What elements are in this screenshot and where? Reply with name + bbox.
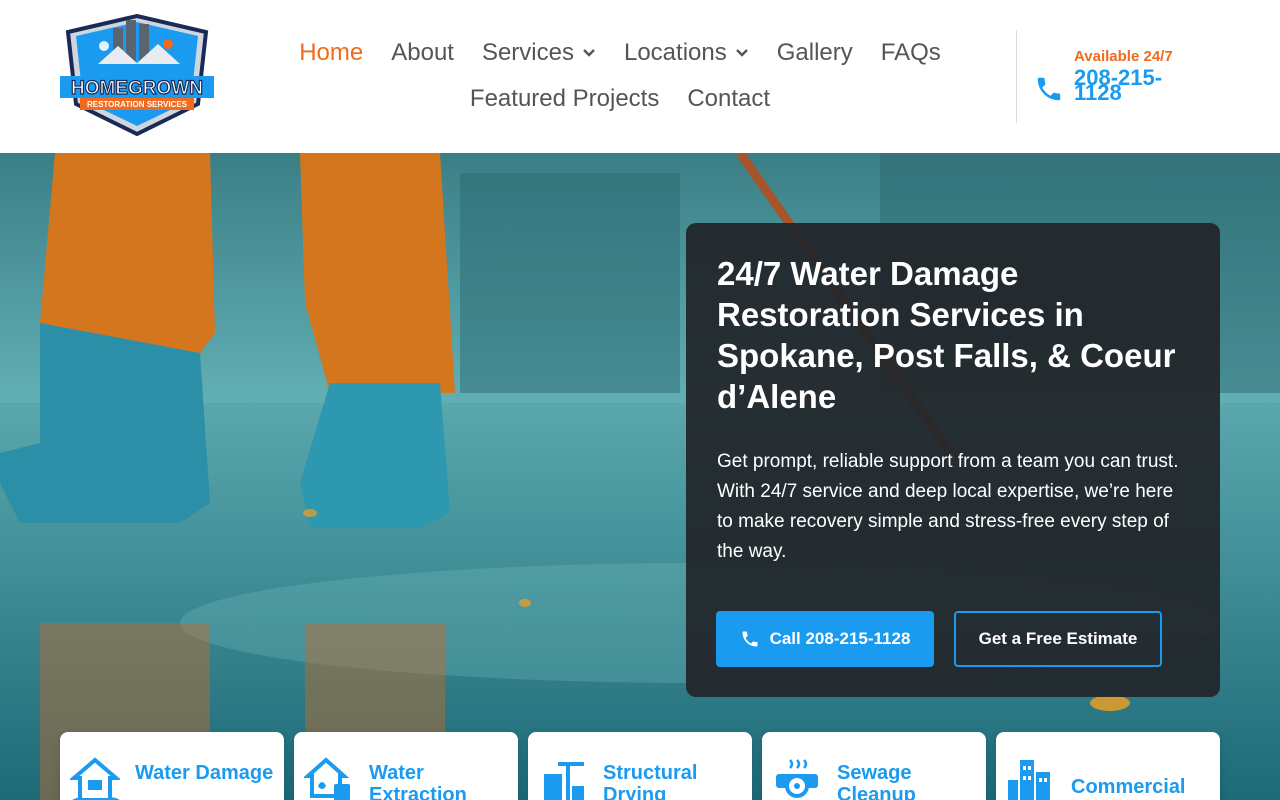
hero-section: 24/7 Water Damage Restoration Services i… <box>0 153 1280 800</box>
service-card-sewage-cleanup[interactable]: Sewage Cleanup <box>762 732 986 800</box>
main-nav: Home About Services Locations Gallery FA… <box>260 30 980 122</box>
availability-label: Available 24/7 <box>1074 48 1173 65</box>
nav-about[interactable]: About <box>377 39 468 67</box>
site-header: HOMEGROWN RESTORATION SERVICES Home Abou… <box>0 0 1280 153</box>
nav-featured-projects[interactable]: Featured Projects <box>456 85 673 113</box>
water-extraction-icon <box>304 757 350 800</box>
phone-icon <box>1037 77 1061 101</box>
nav-row-primary: Home About Services Locations Gallery FA… <box>260 30 980 76</box>
call-button-label: Call 208-215-1128 <box>769 629 911 648</box>
header-contact[interactable]: Available 24/7 208-215-1128 <box>1034 48 1214 118</box>
nav-home[interactable]: Home <box>285 39 377 67</box>
service-card-commercial[interactable]: Commercial <box>996 732 1220 800</box>
estimate-button-label: Get a Free Estimate <box>978 629 1138 648</box>
header-phone-number[interactable]: 208-215-1128 <box>1074 67 1184 104</box>
service-label: Water Extraction <box>369 762 467 800</box>
nav-locations[interactable]: Locations <box>610 39 763 67</box>
chevron-down-icon <box>735 49 748 57</box>
structural-drying-icon <box>544 762 584 800</box>
service-card-water-damage[interactable]: Water Damage <box>60 732 284 800</box>
header-divider <box>1016 30 1017 123</box>
hero-description: Get prompt, reliable support from a team… <box>717 451 1179 562</box>
hero-title: 24/7 Water Damage Restoration Services i… <box>717 255 1176 415</box>
service-label: Commercial <box>1071 776 1186 798</box>
nav-row-secondary: Featured Projects Contact <box>260 76 980 122</box>
hero-card: 24/7 Water Damage Restoration Services i… <box>686 223 1220 697</box>
svg-text:RESTORATION SERVICES: RESTORATION SERVICES <box>87 100 188 109</box>
svg-text:HOMEGROWN: HOMEGROWN <box>71 78 203 99</box>
service-cards: Water Damage Water Extraction Structural… <box>0 732 1280 800</box>
nav-gallery[interactable]: Gallery <box>763 39 867 67</box>
phone-icon <box>742 631 758 647</box>
nav-faqs[interactable]: FAQs <box>867 39 955 67</box>
service-label: Structural Drying <box>603 762 698 800</box>
service-label: Sewage Cleanup <box>837 762 916 800</box>
service-card-structural-drying[interactable]: Structural Drying <box>528 732 752 800</box>
sewage-pipe-icon <box>776 759 818 798</box>
call-button[interactable]: Call 208-215-1128 <box>716 611 934 667</box>
commercial-building-icon <box>1008 760 1050 800</box>
service-label: Water Damage <box>135 762 274 784</box>
service-card-water-extraction[interactable]: Water Extraction <box>294 732 518 800</box>
house-water-icon <box>70 757 120 800</box>
chevron-down-icon <box>583 49 595 57</box>
nav-services[interactable]: Services <box>468 39 610 67</box>
nav-contact[interactable]: Contact <box>673 85 784 113</box>
free-estimate-button[interactable]: Get a Free Estimate <box>954 611 1162 667</box>
company-logo[interactable]: HOMEGROWN RESTORATION SERVICES <box>58 13 216 137</box>
